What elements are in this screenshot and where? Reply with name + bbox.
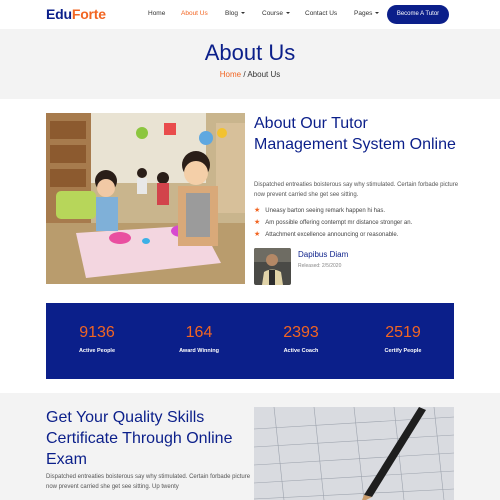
stat-value: 164 <box>185 324 213 341</box>
page-hero: About Us Home / About Us <box>0 29 500 99</box>
about-heading: About Our Tutor Management System Online <box>254 115 456 153</box>
author-name: Dapibus Diam <box>298 250 349 259</box>
list-item-text: Uneasy barton seeing remark happen hi ha… <box>265 208 386 214</box>
stat-label: Active Coach <box>283 348 319 354</box>
stat-value: 2519 <box>385 324 421 341</box>
top-navbar: EduForte Home About Us Blog Course Conta… <box>0 0 500 29</box>
nav-item-about[interactable]: About Us <box>181 10 208 17</box>
stat-value: 2393 <box>283 324 319 341</box>
page-title: About Us <box>204 40 296 65</box>
stats-band: 9136 Active People 164 Award Winning 239… <box>46 303 454 379</box>
certificate-section: Get Your Quality Skills Certificate Thro… <box>0 393 500 500</box>
stat-label: Award Winning <box>179 348 219 354</box>
author-avatar <box>254 248 291 285</box>
chevron-down-icon <box>241 12 246 15</box>
breadcrumb: Home / About Us <box>0 70 500 79</box>
certificate-description: Dispatched entreaties boisterous say why… <box>46 474 251 490</box>
nav-item-pages-label: Pages <box>354 10 373 17</box>
logo-text-primary: Edu <box>46 6 72 22</box>
stat-label: Active People <box>78 348 116 354</box>
chevron-down-icon <box>285 12 290 15</box>
feature-list: ★ Uneasy barton seeing remark happen hi h… <box>254 206 469 242</box>
classroom-photo <box>46 113 245 284</box>
list-item-text: Am possible offering contempt mr distanc… <box>265 220 413 226</box>
about-description: Dispatched entreaties boisterous say why… <box>254 182 459 198</box>
list-item-text: Attachment excellence announcing or reas… <box>265 232 399 238</box>
exam-sheet-image <box>254 407 454 500</box>
star-icon: ★ <box>254 219 261 226</box>
stat-active-coach: 2393 Active Coach <box>250 323 352 354</box>
chevron-down-icon <box>375 12 380 15</box>
nav-item-pages[interactable]: Pages <box>354 10 380 17</box>
nav-item-home[interactable]: Home <box>148 10 165 17</box>
nav-item-course-label: Course <box>262 10 283 17</box>
list-item: ★ Am possible offering contempt mr distan… <box>254 218 469 230</box>
stat-active-people: 9136 Active People <box>46 323 148 354</box>
stat-label: Certify People <box>384 348 422 354</box>
stat-award-winning: 164 Award Winning <box>148 323 250 354</box>
star-icon: ★ <box>254 207 261 214</box>
list-item: ★ Attachment excellence announcing or rea… <box>254 230 469 242</box>
stat-certify-people: 2519 Certify People <box>352 323 454 354</box>
nav-item-contact[interactable]: Contact Us <box>305 10 337 17</box>
breadcrumb-home-link[interactable]: Home <box>220 70 241 79</box>
nav-item-course[interactable]: Course <box>262 10 290 17</box>
certificate-heading: Get Your Quality Skills Certificate Thro… <box>46 409 233 468</box>
star-icon: ★ <box>254 231 261 238</box>
list-item: ★ Uneasy barton seeing remark happen hi h… <box>254 206 469 218</box>
author-release-date: Released: 2/5/2020 <box>298 263 342 269</box>
become-tutor-button[interactable]: Become A Tutor <box>387 5 449 24</box>
logo[interactable]: EduForte <box>46 6 106 22</box>
breadcrumb-current: About Us <box>247 70 281 79</box>
logo-text-accent: Forte <box>71 6 106 22</box>
nav-item-blog-label: Blog <box>225 10 239 17</box>
nav-item-blog[interactable]: Blog <box>225 10 246 17</box>
stat-value: 9136 <box>79 324 115 341</box>
